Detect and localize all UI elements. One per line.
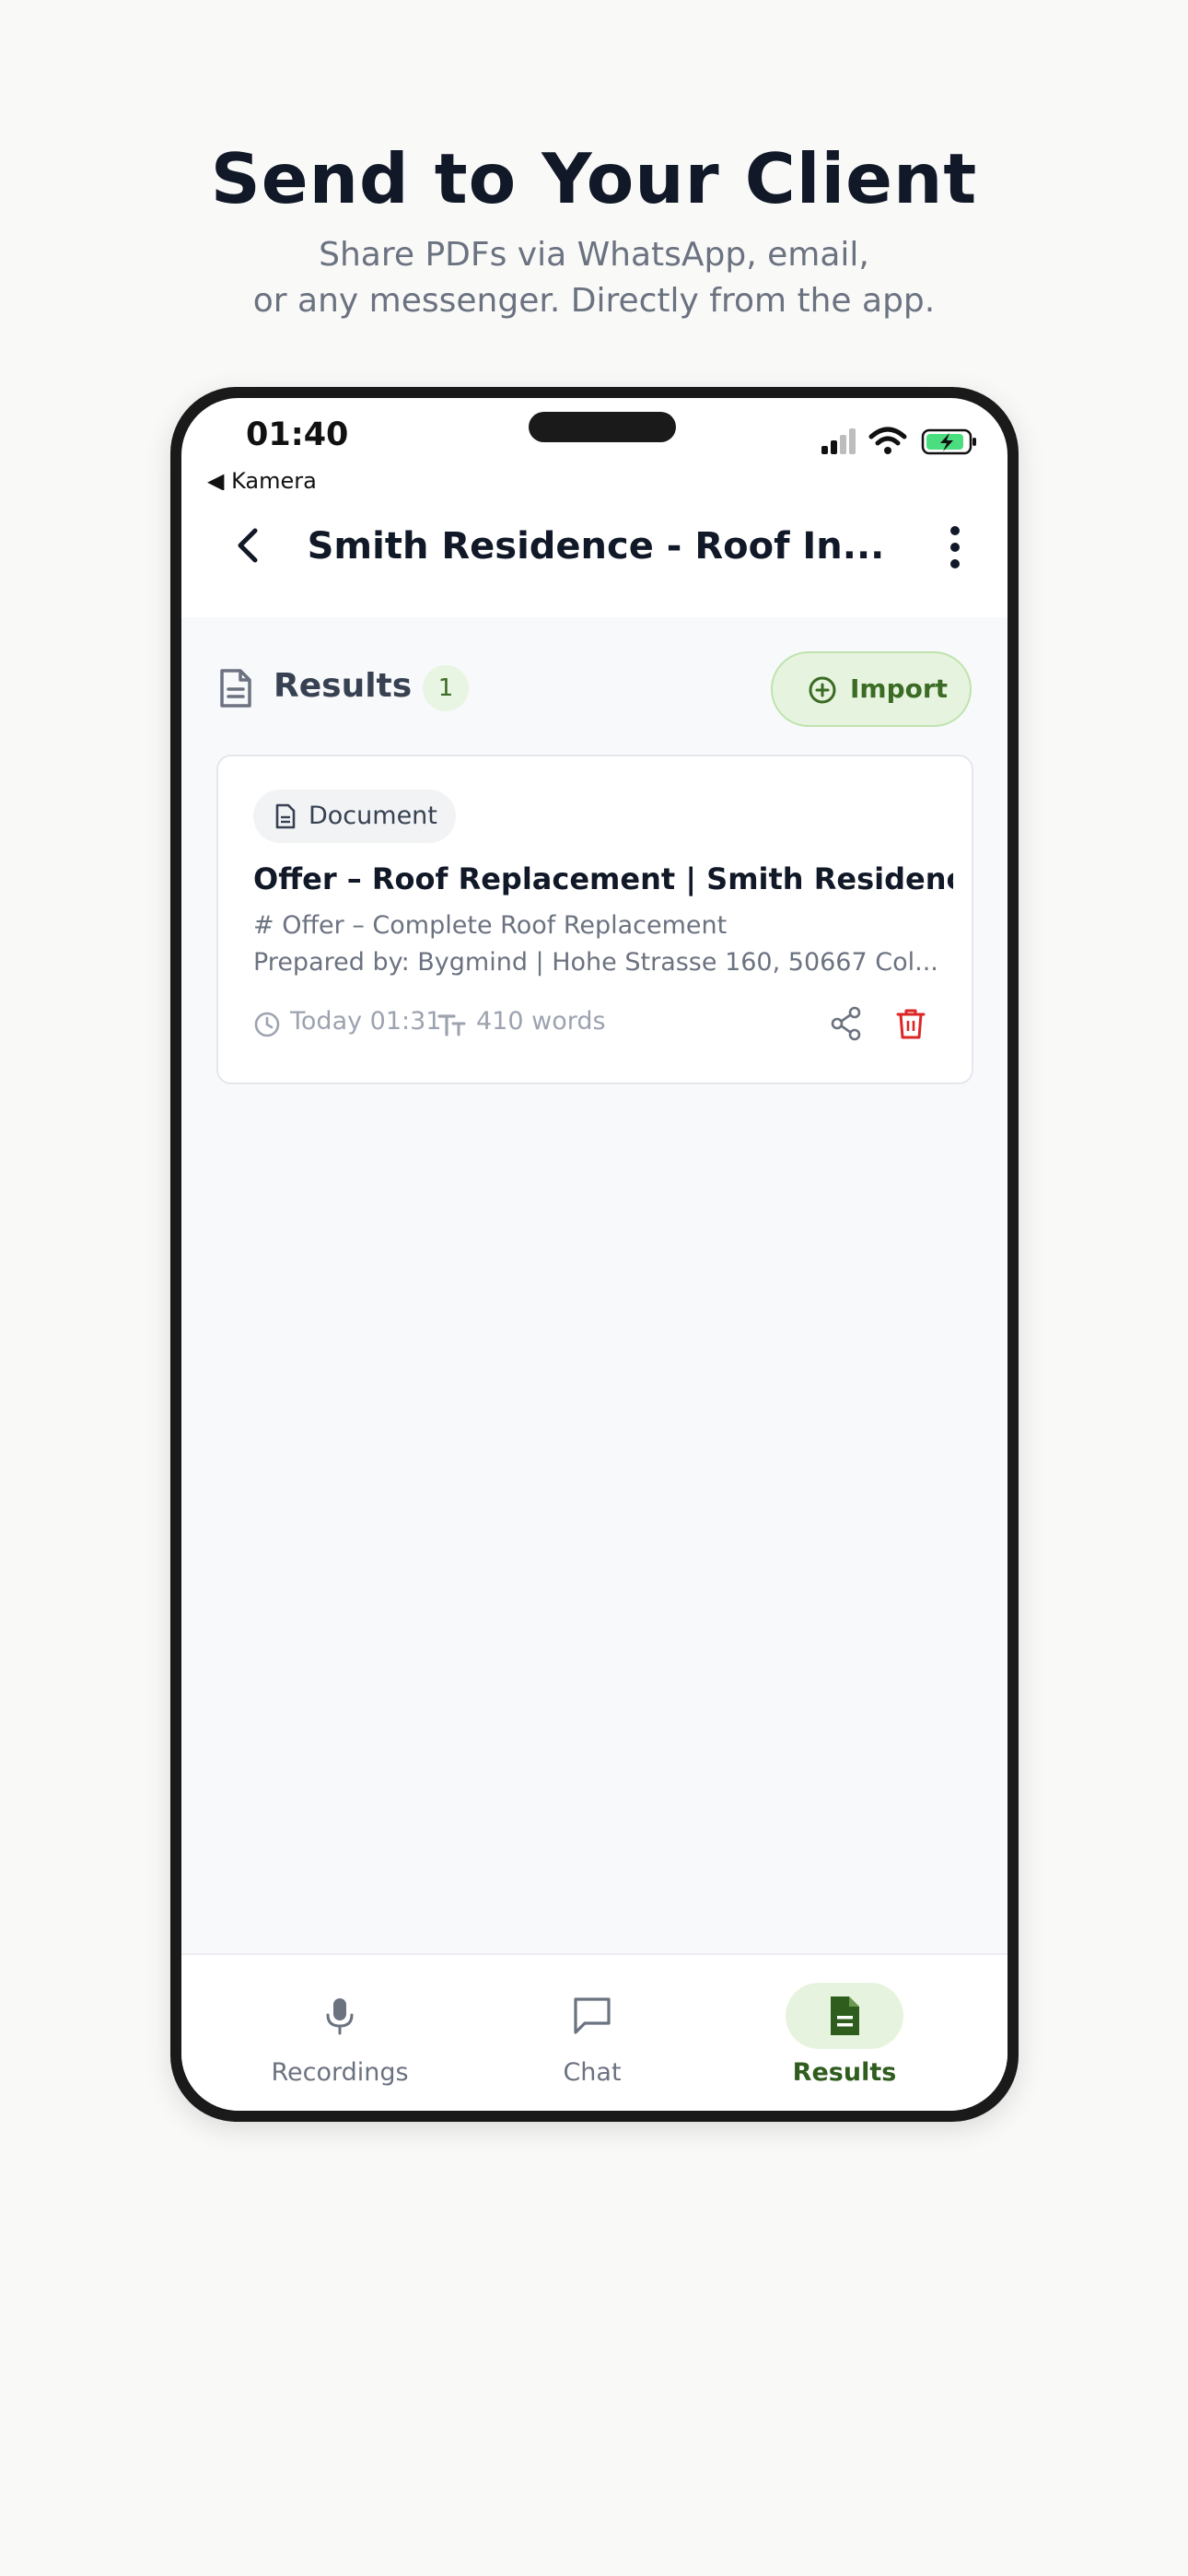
document-icon <box>831 1996 859 2035</box>
import-button[interactable]: Import <box>771 651 972 727</box>
document-outline-icon <box>220 669 251 708</box>
results-heading: Results <box>274 667 413 705</box>
result-card[interactable]: Document Offer – Roof Replacement | Smit… <box>216 755 973 1084</box>
phone-frame: 01:40 ◀ Kamera Smith Residence - Roof In… <box>170 387 1019 2122</box>
phone-screen: 01:40 ◀ Kamera Smith Residence - Roof In… <box>181 398 1007 2111</box>
tab-recordings-label: Recordings <box>271 2058 409 2087</box>
result-preview-line1: # Offer – Complete Roof Replacement <box>253 911 728 940</box>
promo-subtitle-line1: Share PDFs via WhatsApp, email, <box>319 236 869 274</box>
delete-button[interactable] <box>891 1003 931 1044</box>
result-preview-line2: Prepared by: Bygmind | Hohe Strasse 160,… <box>253 948 938 977</box>
promo-subtitle: Share PDFs via WhatsApp, email, or any m… <box>0 232 1188 324</box>
dynamic-island <box>529 412 676 442</box>
result-title: Offer – Roof Replacement | Smith Residen… <box>253 861 953 896</box>
page-title: Smith Residence - Roof In... <box>307 525 885 568</box>
app-header: Smith Residence - Roof In... <box>181 490 1007 619</box>
status-time: 01:40 <box>246 416 349 453</box>
tab-recordings[interactable]: Recordings <box>248 1983 432 2093</box>
share-icon <box>831 1006 861 1041</box>
more-options-button[interactable] <box>937 520 973 575</box>
clock-icon <box>254 1012 280 1037</box>
wifi-icon <box>868 427 907 454</box>
text-size-icon <box>437 1014 466 1036</box>
promo-subtitle-line2: or any messenger. Directly from the app. <box>252 282 936 320</box>
signal-icon <box>821 428 856 454</box>
tab-chat-icon-wrap <box>533 1983 651 2049</box>
back-button[interactable] <box>222 518 277 573</box>
tab-chat[interactable]: Chat <box>500 1983 684 2093</box>
document-icon <box>275 803 296 829</box>
plus-circle-icon <box>809 676 836 704</box>
tab-results-label: Results <box>792 2058 897 2087</box>
bottom-tab-bar: Recordings Chat Results <box>181 1953 1007 2111</box>
battery-charging-icon <box>921 428 976 455</box>
tab-results[interactable]: Results <box>752 1983 937 2093</box>
promo-title: Send to Your Client <box>210 138 978 219</box>
document-type-chip: Document <box>253 790 456 843</box>
result-timestamp: Today 01:31 <box>290 1007 442 1036</box>
tab-results-icon-wrap <box>786 1983 903 2049</box>
chat-bubble-icon <box>574 1997 611 2034</box>
tab-chat-label: Chat <box>563 2058 622 2087</box>
result-word-count: 410 words <box>476 1007 606 1036</box>
chevron-left-icon <box>238 528 258 563</box>
microphone-icon <box>326 1998 354 2035</box>
status-icons <box>820 426 985 457</box>
results-count-badge: 1 <box>423 665 469 711</box>
tab-recordings-icon-wrap <box>281 1983 399 2049</box>
import-button-label: Import <box>850 673 949 704</box>
more-vertical-icon <box>950 526 960 568</box>
share-button[interactable] <box>826 1003 867 1044</box>
results-content: Results 1 Import Document Offer – Roof R… <box>181 617 1007 1953</box>
trash-icon <box>896 1009 926 1039</box>
document-type-label: Document <box>309 802 437 830</box>
